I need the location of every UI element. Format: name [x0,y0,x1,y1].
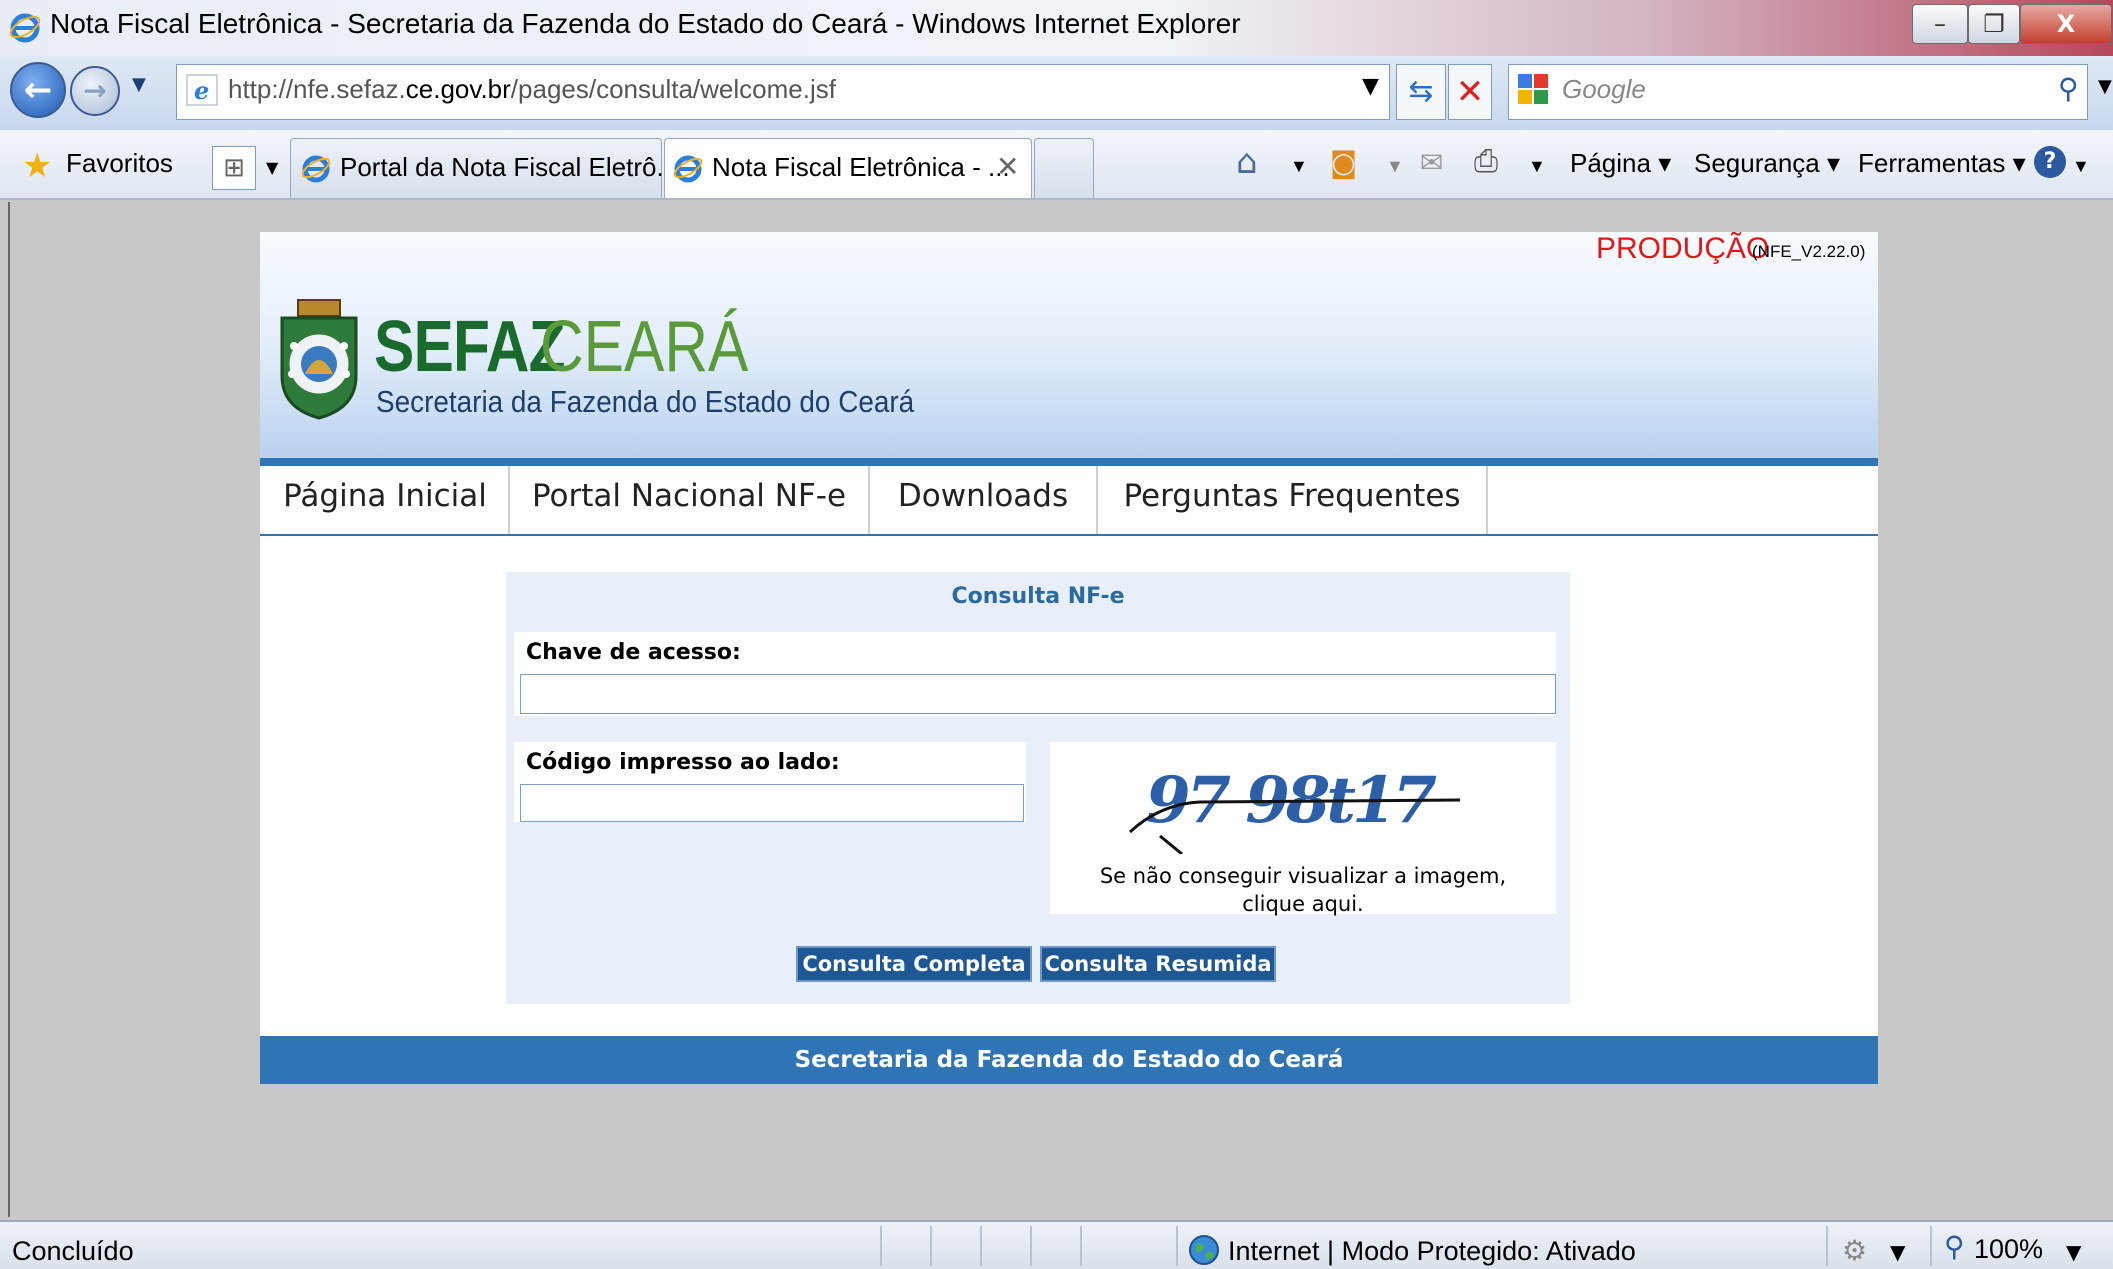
search-icon[interactable]: ⚲ [2058,72,2079,105]
minimize-button[interactable]: – [1912,4,1968,44]
favorites-button[interactable]: Favoritos [66,148,173,179]
forward-button[interactable]: → [70,66,120,116]
tools-menu[interactable]: Ferramentas ▾ [1858,148,2026,179]
status-divider [1826,1226,1828,1266]
security-menu[interactable]: Segurança ▾ [1694,148,1840,179]
consulta-resumida-button[interactable]: Consulta Resumida [1040,946,1276,982]
tab-ie-icon [673,155,703,183]
status-bar [0,1220,2113,1269]
logo-sefaz: SEFAZ [374,307,566,387]
print-dropdown-icon[interactable]: ▼ [1528,156,1546,177]
menu-portal-nacional[interactable]: Portal Nacional NF-e [510,466,870,534]
stop-icon[interactable]: ✕ [1448,64,1492,120]
page-menu[interactable]: Página ▾ [1570,148,1671,179]
header-divider [260,458,1878,466]
feeds-icon[interactable]: ◙ [1330,146,1357,179]
logo-subtitle: Secretaria da Fazenda do Estado do Ceará [376,384,915,419]
protected-mode-dropdown-icon[interactable]: ▼ [1890,1240,1905,1264]
refresh-icon[interactable]: ⇆ [1396,64,1446,120]
search-dropdown-icon[interactable]: ▼ [2098,76,2112,97]
print-icon[interactable]: ⎙ [1474,144,1498,179]
chave-acesso-input[interactable] [520,674,1556,714]
search-placeholder[interactable]: Google [1562,74,1646,105]
menu-pagina-inicial[interactable]: Página Inicial [262,466,510,534]
status-divider [1176,1226,1178,1266]
maximize-button[interactable]: ❐ [1968,4,2020,44]
zoom-level[interactable]: 100% [1974,1234,2043,1265]
security-zone-text[interactable]: Internet | Modo Protegido: Ativado [1228,1236,1636,1267]
tab-label[interactable]: Portal da Nota Fiscal Eletrô... [340,152,678,183]
captcha-help-line-1[interactable]: Se não conseguir visualizar a imagem, [1100,864,1506,888]
status-divider [1030,1226,1032,1266]
ceara-crest-icon [280,299,358,420]
codigo-input[interactable] [520,784,1024,822]
url-dropdown-icon[interactable]: ▼ [1362,74,1379,99]
new-tab-button[interactable] [1034,138,1094,198]
help-icon[interactable]: ? [2034,146,2066,178]
recent-pages-dropdown-icon[interactable]: ▼ [132,74,146,95]
menu-perguntas-frequentes[interactable]: Perguntas Frequentes [1098,466,1488,534]
environment-label: PRODUÇÃO [1596,232,1770,265]
back-button[interactable]: ← [10,62,66,118]
status-text: Concluído [12,1236,134,1266]
mail-icon[interactable]: ✉ [1420,146,1443,179]
close-window-button[interactable]: X [2020,4,2112,44]
quick-tabs-icon[interactable]: ⊞ [212,146,256,190]
consulta-completa-button[interactable]: Consulta Completa [796,946,1032,982]
google-logo-icon [1518,74,1548,104]
status-divider [980,1226,982,1266]
internet-zone-globe-icon [1189,1235,1219,1265]
codigo-label: Código impresso ao lado: [526,750,840,775]
version-label: (NFE_V2.22.0) [1752,242,1866,261]
tab-ie-icon [301,155,331,183]
feeds-dropdown-icon[interactable]: ▼ [1386,156,1404,177]
home-icon[interactable]: ⌂ [1236,142,1258,182]
zoom-magnifier-icon[interactable]: ⚲ [1944,1230,1965,1263]
protected-mode-icon[interactable]: ⚙ [1842,1234,1867,1267]
status-divider [930,1226,932,1266]
form-title: Consulta NF-e [951,584,1125,609]
help-dropdown-icon[interactable]: ▼ [2072,156,2090,177]
captcha-help-link[interactable]: Se não conseguir visualizar a imagem, cl… [1060,862,1546,918]
zoom-dropdown-icon[interactable]: ▼ [2066,1240,2081,1264]
captcha-help-line-2[interactable]: clique aqui. [1242,892,1363,916]
tab-list-dropdown-icon[interactable]: ▼ [266,158,278,177]
home-dropdown-icon[interactable]: ▼ [1290,156,1308,177]
captcha-image: 97 98t17 [1128,763,1461,854]
window-title: Nota Fiscal Eletrônica - Secretaria da F… [50,8,1241,39]
status-divider [880,1226,882,1266]
page-ie-icon: e [186,74,218,106]
menu-downloads[interactable]: Downloads [870,466,1098,534]
chave-label: Chave de acesso: [526,640,741,665]
logo-ceara: CEARÁ [540,307,749,387]
tab-label[interactable]: Nota Fiscal Eletrônica - ... [712,152,1010,183]
favorites-star-icon[interactable]: ★ [22,146,52,186]
status-divider [1080,1226,1082,1266]
status-divider [1930,1226,1932,1266]
url-text[interactable]: http://nfe.sefaz.ce.gov.br/pages/consult… [228,74,836,105]
close-tab-icon[interactable]: ✕ [996,150,1019,183]
svg-text:e: e [194,76,209,105]
site-footer: Secretaria da Fazenda do Estado do Ceará [260,1036,1878,1084]
ie-logo-icon [9,13,41,43]
